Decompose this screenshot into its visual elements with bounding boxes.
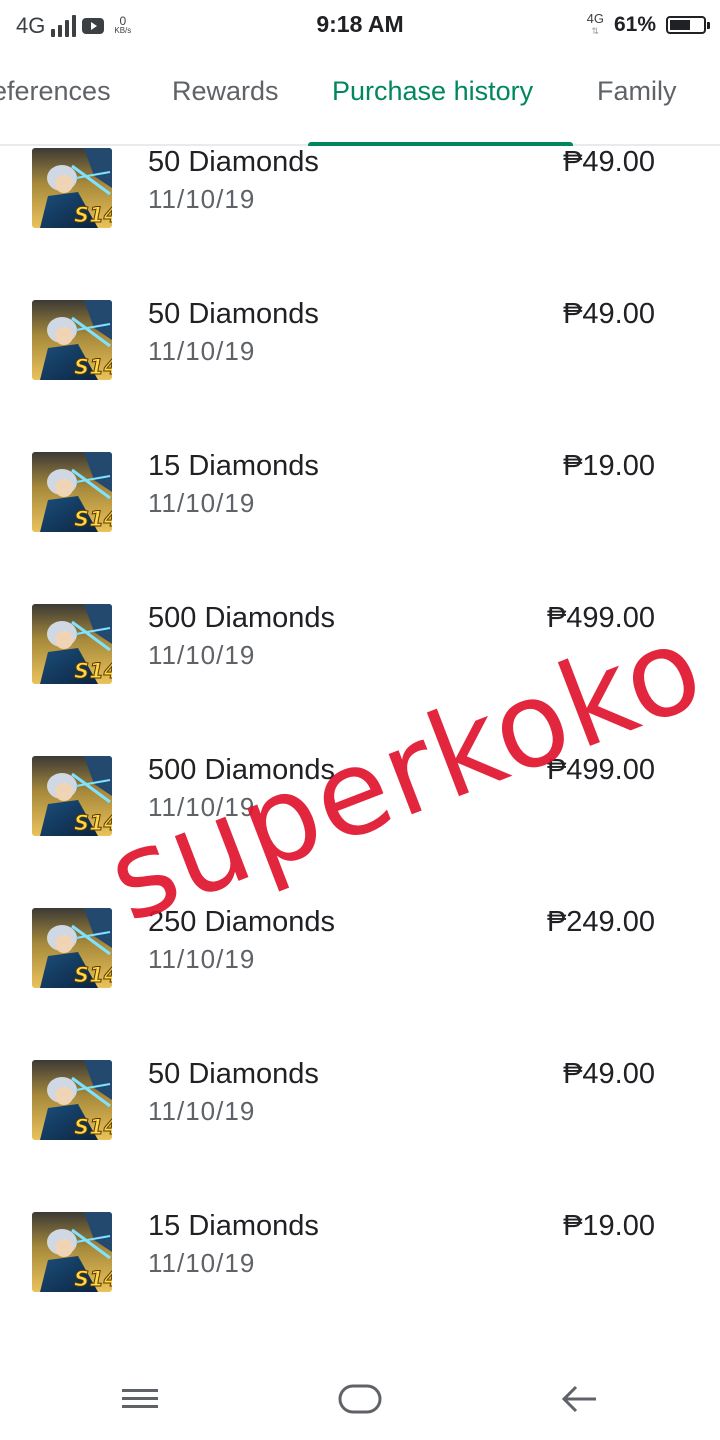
purchase-item[interactable]: S14 500 Diamonds 11/10/19 ₱499.00: [0, 602, 720, 756]
mobile-legends-app-icon: S14: [32, 908, 112, 988]
back-button[interactable]: [550, 1374, 610, 1424]
purchase-item[interactable]: S14 50 Diamonds 11/10/19 ₱49.00: [0, 1058, 720, 1212]
svg-text:S14: S14: [74, 203, 112, 227]
back-icon: [561, 1385, 596, 1413]
item-date: 11/10/19: [148, 640, 256, 670]
purchase-item[interactable]: S14 15 Diamonds 11/10/19 ₱19.00: [0, 1210, 720, 1348]
item-date: 11/10/19: [148, 1248, 256, 1278]
item-price: ₱49.00: [563, 148, 655, 178]
item-price: ₱499.00: [546, 754, 655, 786]
tab-purchase-history[interactable]: Purchase history: [332, 76, 533, 107]
item-title: 15 Diamonds: [148, 1210, 319, 1242]
svg-text:S14: S14: [74, 355, 112, 379]
mobile-legends-app-icon: S14: [32, 300, 112, 380]
item-title: 500 Diamonds: [148, 602, 335, 634]
purchase-item[interactable]: S14 50 Diamonds 11/10/19 ₱49.00: [0, 148, 720, 300]
svg-text:S14: S14: [74, 1115, 112, 1139]
battery-icon: [666, 16, 710, 34]
item-title: 50 Diamonds: [148, 298, 319, 330]
item-price: ₱499.00: [546, 602, 655, 634]
tab-preferences[interactable]: eferences: [0, 76, 111, 107]
status-bar: 4G 0 KB/s 9:18 AM 4G ⇅ 61%: [0, 0, 720, 50]
battery-percent: 61%: [613, 13, 656, 36]
menu-icon: [122, 1389, 158, 1408]
mobile-legends-app-icon: S14: [32, 452, 112, 532]
item-price: ₱49.00: [563, 298, 655, 330]
item-date: 11/10/19: [148, 792, 256, 822]
svg-text:S14: S14: [74, 507, 112, 531]
item-title: 500 Diamonds: [148, 754, 335, 786]
mobile-legends-app-icon: S14: [32, 604, 112, 684]
purchase-item[interactable]: S14 500 Diamonds 11/10/19 ₱499.00: [0, 754, 720, 908]
purchase-item[interactable]: S14 15 Diamonds 11/10/19 ₱19.00: [0, 450, 720, 604]
svg-text:S14: S14: [74, 659, 112, 683]
active-tab-indicator: [308, 142, 573, 146]
svg-text:S14: S14: [74, 811, 112, 835]
item-price: ₱49.00: [563, 1058, 655, 1090]
item-price: ₱249.00: [546, 906, 655, 938]
home-button[interactable]: [330, 1374, 390, 1424]
purchase-item[interactable]: S14 50 Diamonds 11/10/19 ₱49.00: [0, 298, 720, 452]
item-title: 50 Diamonds: [148, 1058, 319, 1090]
item-date: 11/10/19: [148, 184, 256, 214]
item-date: 11/10/19: [148, 336, 256, 366]
svg-text:S14: S14: [74, 963, 112, 987]
item-title: 250 Diamonds: [148, 906, 335, 938]
menu-button[interactable]: [110, 1374, 170, 1424]
account-tabs: eferences Rewards Purchase history Famil…: [0, 56, 720, 146]
item-date: 11/10/19: [148, 944, 256, 974]
mobile-legends-app-icon: S14: [32, 1212, 112, 1292]
purchase-history-list: S14 50 Diamonds 11/10/19 ₱49.00 S14 50 D…: [0, 148, 720, 1348]
item-date: 11/10/19: [148, 488, 256, 518]
mobile-legends-app-icon: S14: [32, 756, 112, 836]
item-title: 15 Diamonds: [148, 450, 319, 482]
status-bar-right: 4G ⇅ 61%: [586, 10, 710, 40]
system-nav-bar: [0, 1360, 720, 1440]
item-price: ₱19.00: [563, 1210, 655, 1242]
tab-rewards[interactable]: Rewards: [172, 76, 279, 107]
purchase-item[interactable]: S14 250 Diamonds 11/10/19 ₱249.00: [0, 906, 720, 1060]
item-title: 50 Diamonds: [148, 148, 319, 178]
item-date: 11/10/19: [148, 1096, 256, 1126]
item-price: ₱19.00: [563, 450, 655, 482]
mobile-legends-app-icon: S14: [32, 1060, 112, 1140]
mobile-legends-app-icon: S14: [32, 148, 112, 228]
home-icon: [338, 1384, 382, 1414]
svg-text:S14: S14: [74, 1267, 112, 1291]
tab-family[interactable]: Family: [597, 76, 677, 107]
mobile-data-icon: 4G ⇅: [586, 11, 604, 36]
